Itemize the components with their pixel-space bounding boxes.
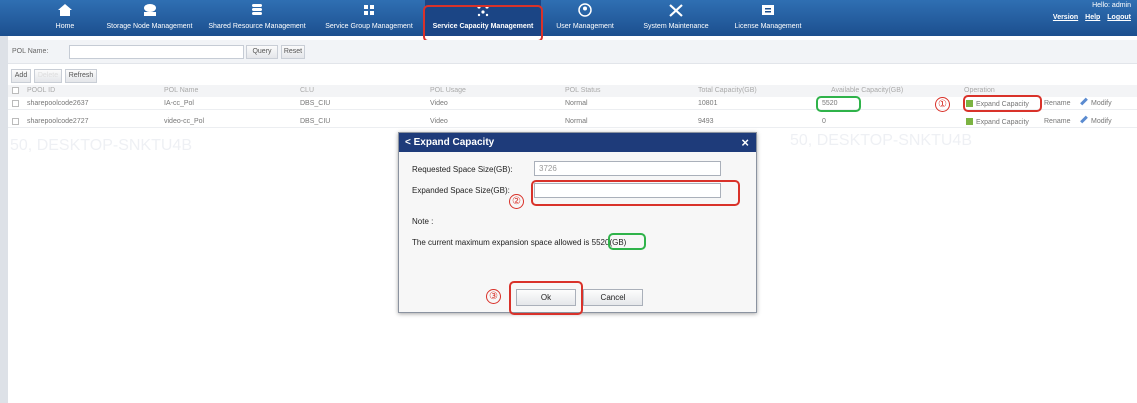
user-icon (578, 3, 592, 17)
expanded-field-highlight-box (531, 180, 740, 206)
header-pol-name: POL Name (164, 87, 199, 94)
watermark-text: 50, DESKTOP-SNKTU4B (790, 132, 972, 149)
modify-label: Modify (1091, 100, 1112, 107)
dialog-title: < Expand Capacity (405, 137, 495, 148)
cell-clu: DBS_CIU (300, 100, 331, 107)
greeting: Hello: admin (1092, 2, 1131, 9)
rename-link[interactable]: Rename (1044, 118, 1070, 125)
nav-system-maintenance[interactable]: System Maintenance (636, 0, 716, 36)
step-one-marker: ① (935, 97, 950, 112)
nav-highlight-box (423, 5, 543, 42)
cell-pol-usage: Video (430, 100, 448, 107)
rename-link[interactable]: Rename (1044, 100, 1070, 107)
expand-capacity-label: Expand Capacity (976, 119, 1029, 126)
delete-button[interactable]: Delete (34, 69, 62, 83)
ok-highlight-box (509, 281, 583, 315)
header-operation: Operation (964, 87, 995, 94)
cell-pol-status: Normal (565, 118, 588, 125)
cell-total-capacity: 10801 (698, 100, 718, 107)
requested-size-label: Requested Space Size(GB): (412, 165, 513, 174)
header-pol-status: POL Status (565, 87, 601, 94)
cell-pol-name: IA-cc_Pol (164, 100, 194, 107)
header-clu: CLU (300, 87, 315, 94)
cell-pol-name: video-cc_Pol (164, 118, 205, 125)
cancel-button[interactable]: Cancel (583, 289, 643, 306)
tools-icon (669, 4, 683, 17)
header-pol-usage: POL Usage (430, 87, 466, 94)
row-checkbox[interactable] (12, 118, 19, 125)
nav-storage-node-label: Storage Node Management (106, 23, 193, 30)
nav-storage-node[interactable]: Storage Node Management (97, 0, 202, 36)
nav-home[interactable]: Home (50, 0, 80, 36)
nav-home-label: Home (55, 23, 75, 30)
nav-service-group-label: Service Group Management (325, 23, 413, 30)
refresh-button[interactable]: Refresh (65, 69, 97, 83)
header-available-capacity: Available Capacity(GB) (831, 87, 904, 94)
user-area: Hello: admin Version Help Logout (1048, 2, 1131, 21)
home-icon (58, 4, 72, 16)
watermark-text: 50, DESKTOP-SNKTU4B (10, 137, 192, 154)
note-label: Note : (412, 217, 434, 226)
cell-pool-id: sharepoolcode2727 (27, 118, 89, 125)
requested-size-field: 3726 (534, 161, 721, 176)
select-all-checkbox[interactable] (12, 87, 19, 94)
step-two-marker: ② (509, 194, 524, 209)
pencil-icon (1080, 115, 1088, 124)
nav-shared-resource-label: Shared Resource Management (208, 23, 306, 30)
available-highlight-box (816, 96, 861, 112)
header-pool-id: POOL ID (27, 87, 56, 94)
add-button[interactable]: Add (11, 69, 31, 83)
cell-pool-id: sharepoolcode2637 (27, 100, 89, 107)
nav-service-group[interactable]: Service Group Management (320, 0, 418, 36)
storage-node-icon (143, 4, 156, 16)
cell-total-capacity: 9493 (698, 118, 714, 125)
nav-system-maintenance-label: System Maintenance (643, 23, 709, 30)
logout-link[interactable]: Logout (1107, 14, 1131, 21)
expand-highlight-box (963, 95, 1042, 112)
row-checkbox[interactable] (12, 100, 19, 107)
nav-license-management[interactable]: License Management (728, 0, 808, 36)
expand-capacity-link[interactable]: Expand Capacity (966, 118, 1029, 126)
pol-name-label: POL Name: (12, 48, 49, 55)
expand-icon (966, 118, 973, 125)
reset-button[interactable]: Reset (281, 45, 305, 59)
header-total-capacity: Total Capacity(GB) (698, 87, 757, 94)
dialog-title-text: Expand Capacity (413, 137, 495, 148)
close-icon[interactable]: × (741, 135, 749, 150)
note-text: The current maximum expansion space allo… (412, 238, 626, 247)
pencil-icon (1080, 97, 1088, 106)
search-bar: POL Name: Query Reset (8, 40, 1137, 64)
max-value-highlight-box (608, 233, 646, 250)
version-link[interactable]: Version (1053, 14, 1078, 21)
nav-license-management-label: License Management (734, 23, 802, 30)
left-edge (0, 36, 8, 403)
nav-user-management-label: User Management (556, 23, 614, 30)
nav-shared-resource[interactable]: Shared Resource Management (203, 0, 311, 36)
table-row[interactable]: sharepoolcode2727 video-cc_Pol DBS_CIU V… (8, 115, 1137, 128)
cell-available-capacity: 0 (822, 118, 826, 125)
cell-pol-status: Normal (565, 100, 588, 107)
modify-label: Modify (1091, 118, 1112, 125)
top-nav-bar: Home Storage Node Management Shared Reso… (0, 0, 1137, 36)
table-toolbar: Add Delete Refresh (8, 66, 1137, 86)
query-button[interactable]: Query (246, 45, 278, 59)
modify-link[interactable]: Modify (1076, 97, 1112, 107)
expanded-size-label: Expanded Space Size(GB): (412, 186, 510, 195)
cell-pol-usage: Video (430, 118, 448, 125)
database-icon (252, 4, 262, 15)
pol-name-input[interactable] (69, 45, 244, 59)
license-icon (762, 5, 774, 15)
step-three-marker: ③ (486, 289, 501, 304)
dialog-header: < Expand Capacity × (399, 133, 756, 152)
help-link[interactable]: Help (1085, 14, 1100, 21)
note-message: The current maximum expansion space allo… (412, 238, 590, 247)
modify-link[interactable]: Modify (1076, 115, 1112, 125)
grid-icon (364, 5, 374, 15)
nav-user-management[interactable]: User Management (549, 0, 621, 36)
cell-clu: DBS_CIU (300, 118, 331, 125)
